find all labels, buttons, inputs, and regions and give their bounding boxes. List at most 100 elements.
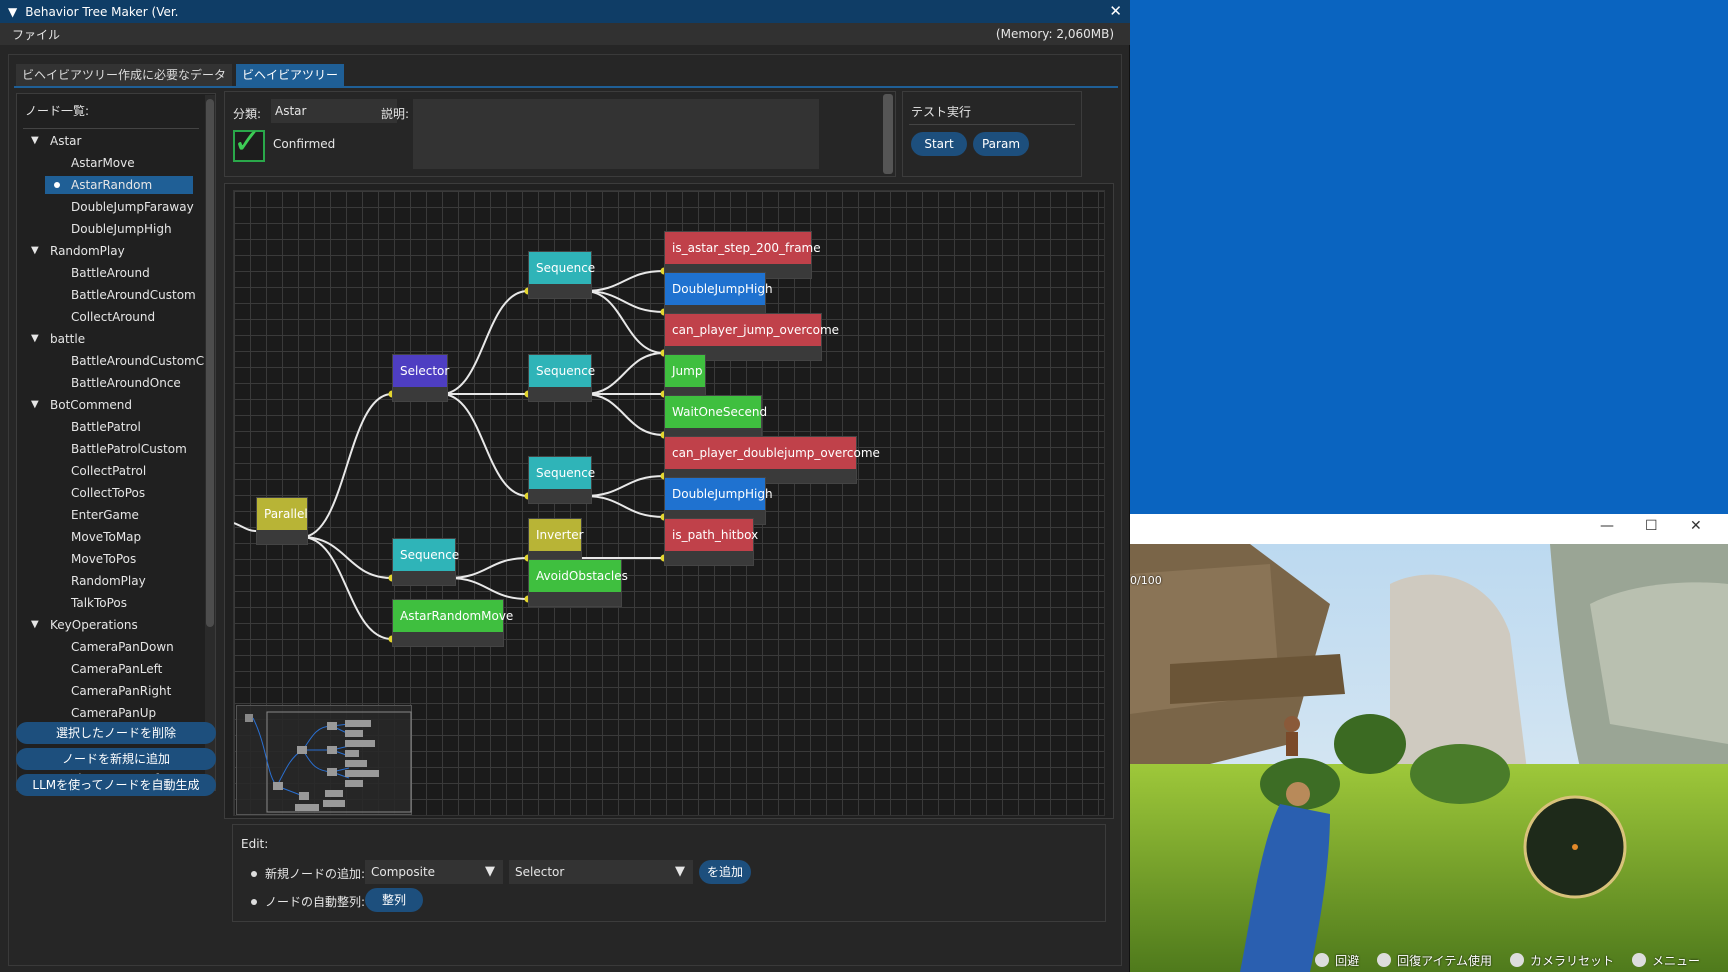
- tree-item[interactable]: AstarRandom: [17, 174, 207, 196]
- node-seq3[interactable]: Sequence: [528, 456, 595, 504]
- param-button[interactable]: Param: [973, 132, 1029, 156]
- description-field[interactable]: [413, 99, 819, 169]
- tree-item[interactable]: BattleAroundCustomC: [17, 350, 207, 372]
- tree-item[interactable]: BattleAroundOnce: [17, 372, 207, 394]
- edge-seq3-candjump: [584, 475, 665, 497]
- tree-item[interactable]: CameraPanDown: [17, 636, 207, 658]
- tree-group[interactable]: ▼ KeyOperations: [17, 614, 207, 636]
- maximize-icon[interactable]: ☐: [1645, 518, 1658, 534]
- llm-generate-button[interactable]: LLMを使ってノードを自動生成: [16, 774, 216, 796]
- tab-behavior-tree[interactable]: ビヘイビアツリー: [236, 64, 345, 86]
- node-seq2[interactable]: Sequence: [528, 354, 595, 402]
- node-list-panel: ノード一覧: ▼ Astar AstarMove AstarRandom DoubleJ…: [16, 93, 216, 791]
- tree-item[interactable]: MoveToPos: [17, 548, 207, 570]
- tree-item-label: BattleAroundOnce: [71, 376, 181, 390]
- bullet-icon: [54, 182, 60, 188]
- tree-item[interactable]: RandomPlay: [17, 570, 207, 592]
- node-type-select[interactable]: Composite ▼: [365, 860, 503, 884]
- tree-item[interactable]: CollectPatrol: [17, 460, 207, 482]
- edit-title: Edit:: [241, 837, 269, 851]
- close-icon[interactable]: ✕: [1690, 518, 1702, 534]
- node-selector[interactable]: Selector: [392, 354, 449, 402]
- node-label: is_astar_step_200_frame: [665, 232, 821, 264]
- category-label: 分類:: [233, 107, 262, 121]
- node-list-title: ノード一覧:: [25, 104, 90, 118]
- tab-data[interactable]: ビヘイビアツリー作成に必要なデータ: [16, 64, 233, 86]
- tree-item[interactable]: BattlePatrolCustom: [17, 438, 207, 460]
- tree-item-label: CollectToPos: [71, 486, 146, 500]
- edge-seq4-inverter: [448, 557, 529, 579]
- collapse-triangle-icon[interactable]: ▼: [8, 5, 17, 19]
- tree-item[interactable]: EnterGame: [17, 504, 207, 526]
- node-avoid[interactable]: AvoidObstacles: [528, 559, 628, 607]
- auto-arrange-label: ノードの自動整列:: [265, 895, 366, 909]
- game-title-bar[interactable]: — ☐ ✕: [1130, 514, 1728, 544]
- hint-heal: 回復アイテム使用: [1377, 952, 1492, 969]
- hint-label: メニュー: [1651, 953, 1700, 968]
- node-seq1[interactable]: Sequence: [528, 251, 595, 299]
- tree-group[interactable]: ▼ RandomPlay: [17, 240, 207, 262]
- tree-group[interactable]: ▼ battle: [17, 328, 207, 350]
- expand-caret-icon[interactable]: ▼: [31, 614, 39, 636]
- tree-item-label: Astar: [50, 134, 82, 148]
- node-parallel[interactable]: Parallel: [256, 497, 308, 545]
- tree-item[interactable]: AstarMove: [17, 152, 207, 174]
- node-label: Selector: [393, 355, 449, 387]
- game-window[interactable]: — ☐ ✕ 0/100 回避 回復アイテム使用 カメラリセット メニュー: [1130, 514, 1728, 972]
- expand-caret-icon[interactable]: ▼: [31, 328, 39, 350]
- tree-item[interactable]: TalkToPos: [17, 592, 207, 614]
- node-label: Sequence: [529, 252, 595, 284]
- edge-selector-seq3: [441, 393, 529, 497]
- arrange-button[interactable]: 整列: [365, 888, 423, 912]
- window-title: Behavior Tree Maker (Ver.: [25, 4, 179, 19]
- tree-item-label: BattlePatrolCustom: [71, 442, 187, 456]
- menu-file[interactable]: ファイル: [12, 26, 60, 43]
- expand-caret-icon[interactable]: ▼: [31, 240, 39, 262]
- tree-item-label: BattleAroundCustomC: [71, 354, 205, 368]
- expand-caret-icon[interactable]: ▼: [31, 130, 39, 152]
- bullet: [251, 899, 257, 905]
- tree-item[interactable]: CameraPanUp: [17, 702, 207, 724]
- title-bar[interactable]: ▼ Behavior Tree Maker (Ver. ✕: [0, 0, 1130, 23]
- scrollbar-thumb[interactable]: [206, 99, 214, 627]
- edge: [234, 522, 257, 532]
- tree-item[interactable]: DoubleJumpHigh: [17, 218, 207, 240]
- edge-seq2-wait: [584, 393, 665, 436]
- tree-item[interactable]: CollectToPos: [17, 482, 207, 504]
- minimize-icon[interactable]: —: [1600, 518, 1614, 534]
- tree-item[interactable]: BattleAroundCustom: [17, 284, 207, 306]
- game-viewport[interactable]: 0/100 回避 回復アイテム使用 カメラリセット メニュー: [1130, 544, 1728, 972]
- tree-item[interactable]: CameraPanRight: [17, 680, 207, 702]
- chevron-down-icon: ▼: [485, 864, 495, 879]
- confirmed-checkbox[interactable]: ✓: [233, 122, 265, 162]
- close-icon[interactable]: ✕: [1109, 2, 1122, 20]
- tree-item[interactable]: BattleAround: [17, 262, 207, 284]
- tree-item-label: CameraPanRight: [71, 684, 172, 698]
- node-pathhit[interactable]: is_path_hitbox: [664, 518, 758, 566]
- edge-parallel-seq4: [301, 536, 393, 579]
- menu-icon: [1631, 953, 1646, 967]
- scrollbar[interactable]: [883, 94, 893, 174]
- node-editor-canvas[interactable]: Parallel Selector Sequence Sequence Sequence…: [233, 190, 1105, 816]
- add-node-button[interactable]: ノードを新規に追加: [16, 748, 216, 770]
- add-node-confirm-button[interactable]: を追加: [699, 860, 751, 884]
- hint-label: 回復アイテム使用: [1397, 953, 1492, 968]
- delete-node-button[interactable]: 選択したノードを削除: [16, 722, 216, 744]
- start-button[interactable]: Start: [911, 132, 967, 156]
- tree-group[interactable]: ▼ Astar: [17, 130, 207, 152]
- node-seq4[interactable]: Sequence: [392, 538, 459, 586]
- tree-item[interactable]: MoveToMap: [17, 526, 207, 548]
- tree-item[interactable]: BattlePatrol: [17, 416, 207, 438]
- tree-item-label: CameraPanDown: [71, 640, 174, 654]
- node-arm[interactable]: AstarRandomMove: [392, 599, 513, 647]
- minimap[interactable]: [236, 705, 412, 815]
- node-kind-select[interactable]: Selector ▼: [509, 860, 693, 884]
- tree-item[interactable]: DoubleJumpFaraway: [17, 196, 207, 218]
- expand-caret-icon[interactable]: ▼: [31, 394, 39, 416]
- tree-item[interactable]: CameraPanLeft: [17, 658, 207, 680]
- tree-group[interactable]: ▼ BotCommend: [17, 394, 207, 416]
- tree-item-label: EnterGame: [71, 508, 139, 522]
- tree-item-label: MoveToPos: [71, 552, 137, 566]
- category-field[interactable]: Astar: [271, 99, 397, 123]
- tree-item[interactable]: CollectAround: [17, 306, 207, 328]
